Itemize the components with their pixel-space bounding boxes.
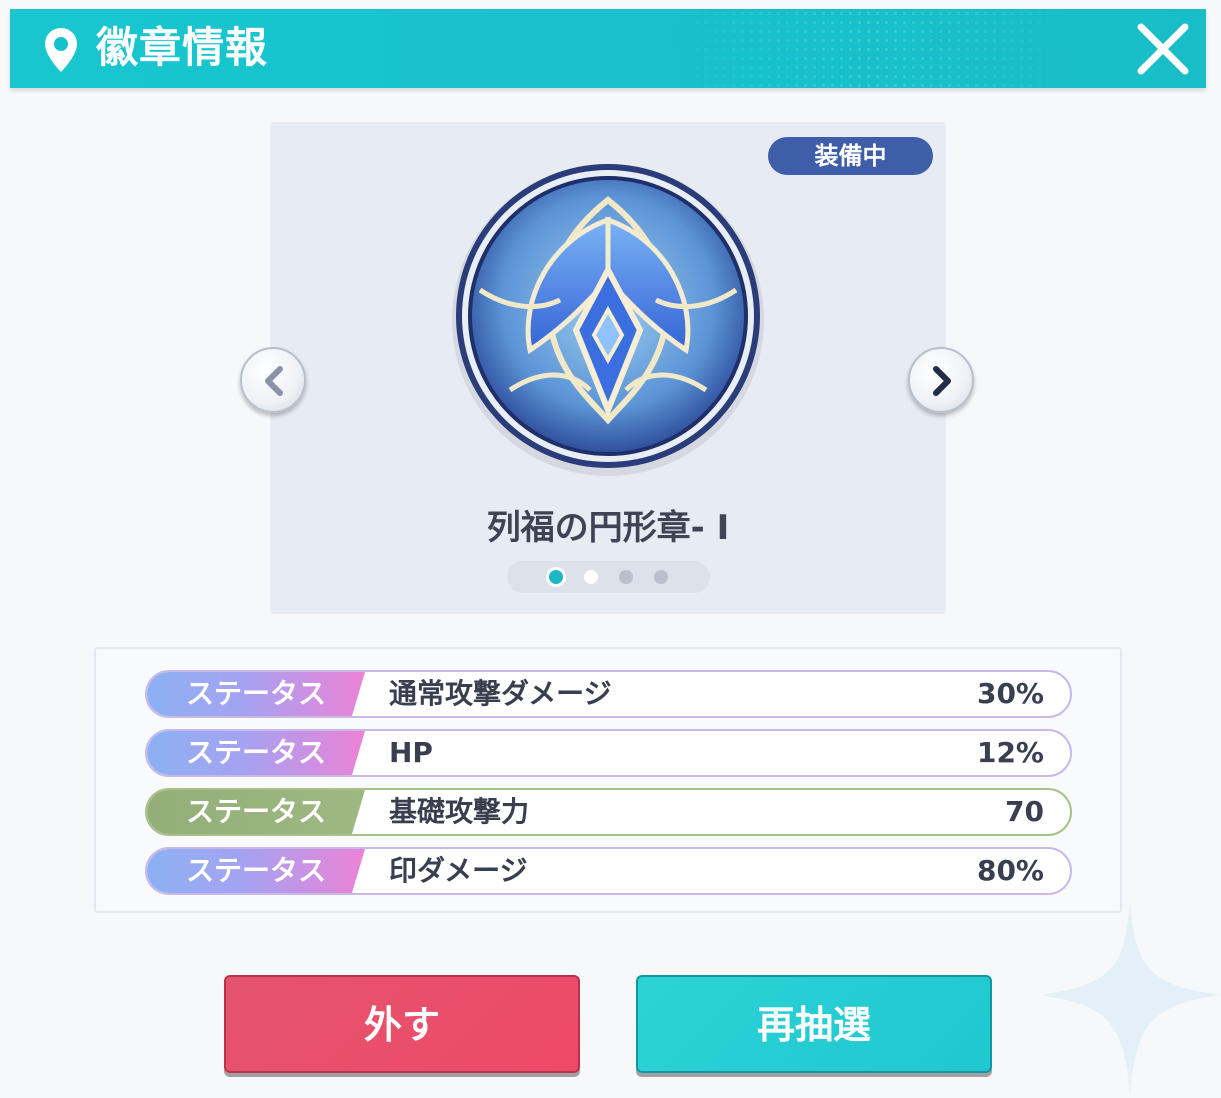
stat-name: 通常攻撃ダメージ (389, 677, 612, 710)
stat-value: 80% (976, 854, 1044, 887)
chevron-left-icon (265, 366, 283, 396)
stat-name: 印ダメージ (389, 854, 528, 887)
status-badge: 装備中 (768, 137, 933, 175)
stat-value: 30% (976, 677, 1044, 710)
stat-row: ステータス 印ダメージ 80% (145, 847, 1072, 895)
stat-name: HP (389, 736, 433, 769)
stat-row: ステータス HP 12% (145, 729, 1072, 777)
title-bar-pattern (666, 9, 1086, 88)
page-dot-1[interactable] (549, 570, 563, 584)
previous-emblem-button[interactable] (240, 347, 306, 413)
chevron-right-icon (933, 366, 951, 396)
emblem-name: 列福の円形章- I (486, 508, 730, 548)
stat-tag: ステータス (147, 672, 365, 716)
stat-row: ステータス 通常攻撃ダメージ 30% (145, 670, 1072, 718)
page-dot-3[interactable] (619, 570, 633, 584)
location-pin-icon (45, 28, 77, 72)
reroll-button[interactable]: 再抽選 (636, 975, 992, 1073)
page-title: 徽章情報 (96, 23, 269, 72)
remove-button[interactable]: 外す (224, 975, 580, 1073)
close-icon (1137, 23, 1189, 75)
page-dot-4[interactable] (654, 570, 668, 584)
stat-tag: ステータス (147, 790, 365, 834)
page-indicator (507, 561, 710, 593)
stat-value: 70 (1005, 795, 1044, 828)
page-dot-2[interactable] (584, 570, 598, 584)
stat-tag: ステータス (147, 731, 365, 775)
next-emblem-button[interactable] (908, 347, 974, 413)
stat-value: 12% (976, 736, 1044, 769)
stat-name: 基礎攻撃力 (389, 795, 530, 828)
stat-tag: ステータス (147, 849, 365, 893)
emblem-icon (452, 164, 764, 476)
stat-row: ステータス 基礎攻撃力 70 (145, 788, 1072, 836)
close-button[interactable] (1133, 19, 1193, 79)
sparkle-decoration-icon (1040, 900, 1221, 1098)
